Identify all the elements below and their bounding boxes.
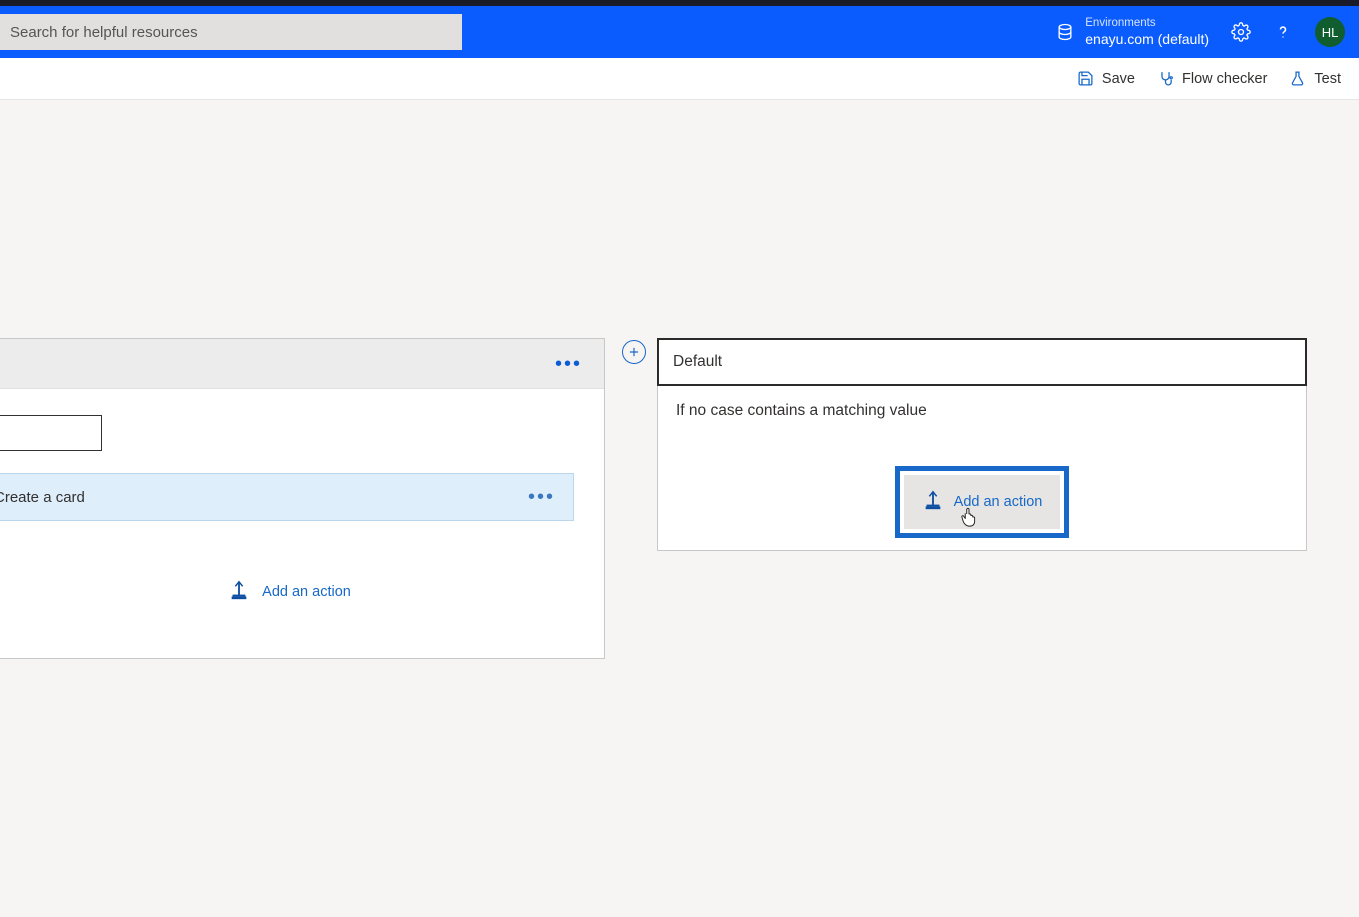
- add-action-label: Add an action: [262, 584, 351, 600]
- case-value-input[interactable]: [0, 415, 102, 451]
- save-icon: [1077, 70, 1094, 87]
- help-icon[interactable]: [1273, 22, 1293, 42]
- save-label: Save: [1102, 71, 1135, 87]
- add-action-highlight: Add an action: [895, 466, 1069, 538]
- command-bar: Save Flow checker Test: [0, 58, 1359, 100]
- header-right: Environments enayu.com (default) HL: [1055, 17, 1345, 47]
- flask-icon: [1289, 70, 1306, 87]
- flow-canvas[interactable]: ••• Create a card ••• Add an action: [0, 100, 1359, 917]
- app-header: Environments enayu.com (default) HL: [0, 6, 1359, 58]
- default-header[interactable]: Default: [657, 338, 1307, 386]
- avatar[interactable]: HL: [1315, 17, 1345, 47]
- case-card: ••• Create a card ••• Add an action: [0, 338, 605, 659]
- flow-checker-button[interactable]: Flow checker: [1157, 70, 1267, 87]
- case-menu-icon[interactable]: •••: [551, 350, 586, 378]
- test-button[interactable]: Test: [1289, 70, 1341, 87]
- add-action-button-default[interactable]: Add an action: [904, 475, 1060, 529]
- env-value: enayu.com (default): [1085, 31, 1209, 47]
- action-menu-icon[interactable]: •••: [524, 483, 559, 511]
- test-label: Test: [1314, 71, 1341, 87]
- add-action-icon: [922, 489, 944, 515]
- action-create-card[interactable]: Create a card •••: [0, 473, 574, 521]
- search-input[interactable]: [0, 14, 462, 50]
- case-header: •••: [0, 339, 604, 389]
- flow-checker-label: Flow checker: [1182, 71, 1267, 87]
- add-case-icon[interactable]: [622, 340, 646, 364]
- default-card: Default If no case contains a matching v…: [657, 338, 1307, 551]
- default-description: If no case contains a matching value: [658, 386, 1306, 436]
- database-icon: [1055, 22, 1075, 42]
- cursor-hand-icon: [960, 506, 978, 528]
- avatar-initials: HL: [1322, 25, 1339, 40]
- stethoscope-icon: [1157, 70, 1174, 87]
- save-button[interactable]: Save: [1077, 70, 1135, 87]
- add-action-icon: [228, 579, 250, 605]
- environment-picker[interactable]: Environments enayu.com (default): [1055, 17, 1209, 46]
- settings-icon[interactable]: [1231, 22, 1251, 42]
- default-title: Default: [673, 353, 722, 371]
- add-action-button-left[interactable]: Add an action: [0, 579, 590, 605]
- action-label: Create a card: [0, 489, 524, 506]
- env-label: Environments: [1085, 17, 1209, 30]
